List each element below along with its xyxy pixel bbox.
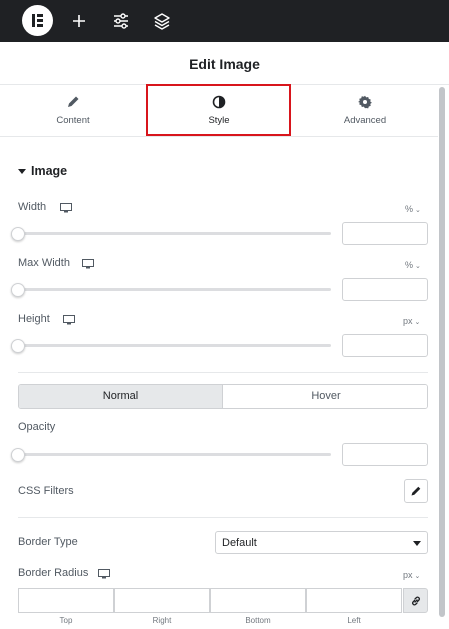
pencil-icon bbox=[66, 95, 80, 109]
state-switcher: Normal Hover bbox=[18, 384, 428, 409]
tab-style[interactable]: Style bbox=[146, 85, 292, 137]
caret-down-icon bbox=[18, 169, 26, 174]
border-radius-unit: px bbox=[403, 570, 413, 580]
link-icon bbox=[411, 596, 420, 606]
panel-tabs: Content Style Advanced bbox=[0, 85, 438, 137]
height-unit-select[interactable]: px ⌄ bbox=[403, 316, 420, 326]
caret-down-icon bbox=[413, 541, 421, 546]
pencil-icon bbox=[411, 486, 421, 496]
border-radius-bottom-label: Bottom bbox=[245, 616, 271, 625]
tab-hover[interactable]: Hover bbox=[224, 385, 427, 408]
panel-title: Edit Image bbox=[189, 56, 260, 72]
tab-style-label: Style bbox=[208, 115, 230, 126]
border-radius-left-label: Left bbox=[347, 616, 361, 625]
max-width-unit-select[interactable]: % ⌄ bbox=[405, 260, 421, 270]
border-radius-label: Border Radius bbox=[18, 567, 89, 579]
monitor-icon[interactable] bbox=[60, 203, 72, 213]
max-width-label: Max Width bbox=[18, 257, 70, 269]
elementor-logo-icon[interactable] bbox=[22, 5, 53, 36]
divider bbox=[18, 372, 428, 373]
settings-sliders-icon[interactable] bbox=[111, 11, 131, 31]
border-radius-right-label: Right bbox=[152, 616, 172, 625]
width-slider-track[interactable] bbox=[18, 232, 331, 235]
tab-content-label: Content bbox=[56, 115, 90, 126]
width-slider-handle[interactable] bbox=[11, 227, 25, 241]
width-input[interactable] bbox=[342, 222, 428, 245]
half-circle-icon bbox=[212, 95, 226, 109]
opacity-label: Opacity bbox=[18, 421, 56, 433]
monitor-icon[interactable] bbox=[98, 569, 110, 579]
section-title: Image bbox=[31, 164, 68, 178]
tab-normal[interactable]: Normal bbox=[19, 385, 223, 408]
chevron-down-icon: ⌄ bbox=[415, 263, 421, 270]
link-values-button[interactable] bbox=[403, 588, 428, 613]
panel-header: Edit Image bbox=[0, 42, 449, 85]
height-input[interactable] bbox=[342, 334, 428, 357]
scrollbar-thumb[interactable] bbox=[439, 87, 445, 617]
height-unit: px bbox=[403, 316, 413, 326]
opacity-slider-track[interactable] bbox=[18, 453, 331, 456]
border-radius-right-input[interactable] bbox=[114, 588, 210, 613]
border-type-select[interactable]: Default bbox=[215, 531, 428, 554]
width-unit: % bbox=[405, 204, 414, 214]
border-radius-top-input[interactable] bbox=[18, 588, 114, 613]
border-radius-unit-select[interactable]: px ⌄ bbox=[403, 570, 420, 580]
tab-content[interactable]: Content bbox=[0, 85, 146, 137]
chevron-down-icon: ⌄ bbox=[415, 207, 421, 214]
monitor-icon[interactable] bbox=[82, 259, 94, 269]
height-slider-handle[interactable] bbox=[11, 339, 25, 353]
width-label: Width bbox=[18, 201, 47, 213]
css-filters-edit-button[interactable] bbox=[404, 479, 428, 503]
border-radius-left-input[interactable] bbox=[306, 588, 402, 613]
gear-icon bbox=[358, 95, 372, 109]
layers-icon[interactable] bbox=[152, 11, 172, 31]
max-width-slider-handle[interactable] bbox=[11, 283, 25, 297]
max-width-slider-track[interactable] bbox=[18, 288, 331, 291]
border-radius-top-label: Top bbox=[59, 616, 73, 625]
border-type-value: Default bbox=[222, 537, 257, 549]
width-unit-select[interactable]: % ⌄ bbox=[405, 204, 421, 214]
max-width-input[interactable] bbox=[342, 278, 428, 301]
monitor-icon[interactable] bbox=[63, 315, 75, 325]
height-slider-track[interactable] bbox=[18, 344, 331, 347]
top-toolbar bbox=[0, 0, 449, 42]
opacity-input[interactable] bbox=[342, 443, 428, 466]
height-label: Height bbox=[18, 313, 50, 325]
chevron-down-icon: ⌄ bbox=[414, 573, 421, 580]
max-width-unit: % bbox=[405, 260, 414, 270]
add-icon[interactable] bbox=[69, 11, 89, 31]
tab-advanced-label: Advanced bbox=[343, 115, 387, 126]
css-filters-label: CSS Filters bbox=[18, 485, 74, 497]
divider bbox=[18, 517, 428, 518]
opacity-slider-handle[interactable] bbox=[11, 448, 25, 462]
border-radius-bottom-input[interactable] bbox=[210, 588, 306, 613]
border-type-label: Border Type bbox=[18, 536, 78, 548]
tab-advanced[interactable]: Advanced bbox=[292, 85, 438, 137]
chevron-down-icon: ⌄ bbox=[414, 319, 421, 326]
border-radius-dimensions bbox=[18, 588, 428, 613]
